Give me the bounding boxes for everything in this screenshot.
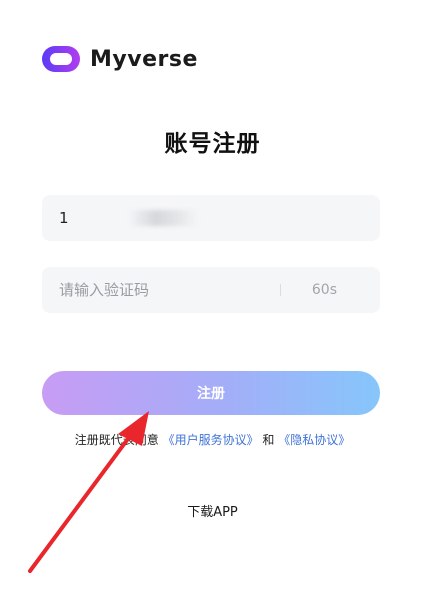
verification-code-field[interactable]: 60s xyxy=(42,267,380,313)
agreement-notice: 注册既代表同意 《用户服务协议》 和 《隐私协议》 xyxy=(0,431,425,448)
phone-field[interactable] xyxy=(42,195,380,241)
resend-countdown[interactable]: 60s xyxy=(312,267,337,313)
myverse-logo-icon xyxy=(42,46,80,72)
phone-input[interactable] xyxy=(42,195,380,241)
verification-code-input[interactable] xyxy=(42,267,272,313)
brand-name: Myverse xyxy=(90,46,198,72)
download-app-link[interactable]: 下载APP xyxy=(0,501,425,520)
agreement-prefix: 注册既代表同意 xyxy=(74,433,159,447)
register-button[interactable]: 注册 xyxy=(42,371,380,415)
brand-logo: Myverse xyxy=(42,44,198,74)
user-agreement-link[interactable]: 《用户服务协议》 xyxy=(163,433,259,447)
field-divider xyxy=(280,284,281,296)
agreement-conjunction: 和 xyxy=(262,433,275,447)
page-title: 账号注册 xyxy=(164,131,261,157)
privacy-policy-link[interactable]: 《隐私协议》 xyxy=(278,433,350,447)
